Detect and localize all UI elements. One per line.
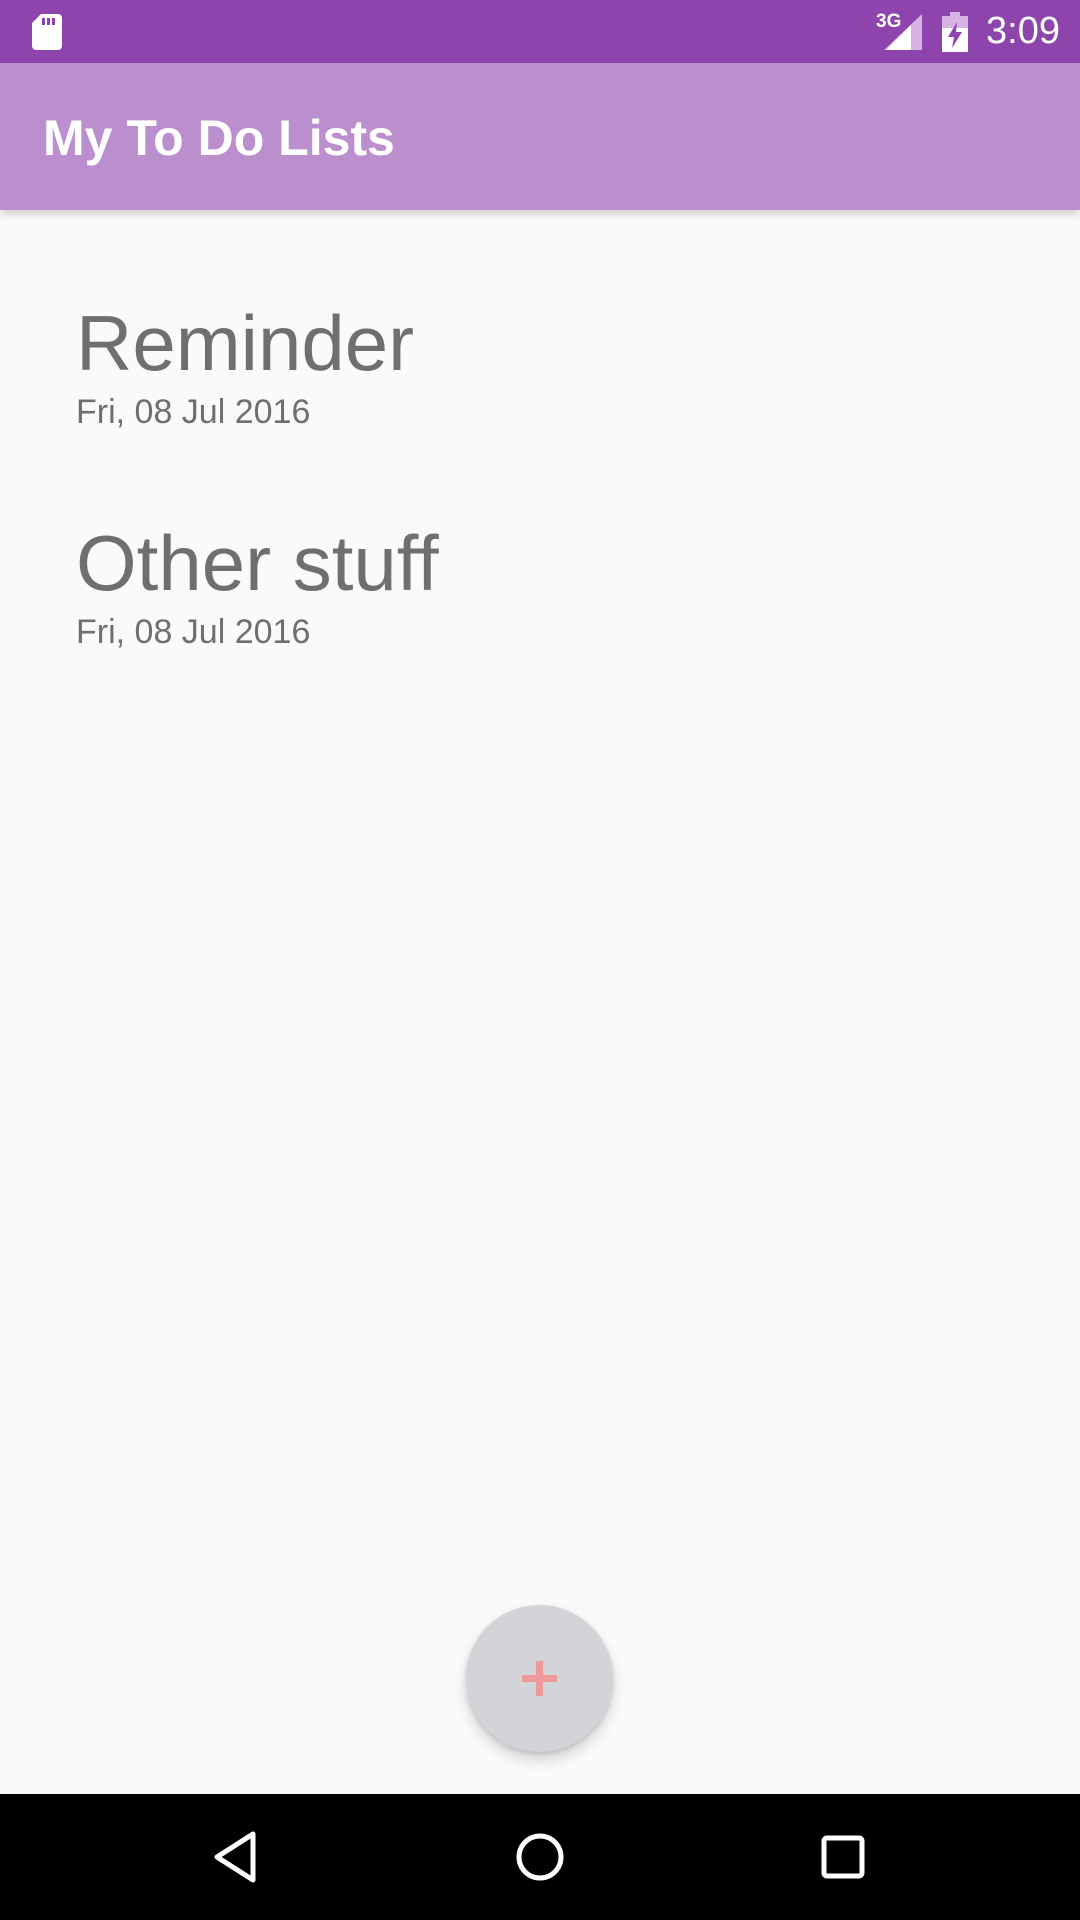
add-list-button[interactable] (466, 1605, 613, 1752)
list-item-title: Other stuff (76, 519, 439, 607)
home-icon[interactable] (507, 1824, 573, 1890)
app-bar: My To Do Lists (0, 63, 1080, 210)
signal-icon (884, 14, 922, 50)
navigation-bar (0, 1794, 1080, 1920)
status-time: 3:09 (986, 10, 1060, 52)
list-item-date: Fri, 08 Jul 2016 (76, 613, 311, 651)
list-item[interactable]: Reminder Fri, 08 Jul 2016 (76, 298, 976, 468)
list-item-title: Reminder (76, 299, 415, 387)
battery-charging-icon (942, 12, 968, 52)
list-item[interactable]: Other stuff Fri, 08 Jul 2016 (76, 518, 976, 688)
plus-icon (522, 1661, 557, 1696)
back-icon[interactable] (203, 1824, 269, 1890)
screen: 3G 3:09 My To Do Lists Reminder Fri, 08 … (0, 0, 1080, 1920)
status-bar: 3G 3:09 (0, 0, 1080, 63)
page-title: My To Do Lists (43, 110, 395, 166)
recents-icon[interactable] (810, 1824, 876, 1890)
sd-card-icon (32, 14, 62, 50)
list-item-date: Fri, 08 Jul 2016 (76, 393, 311, 431)
